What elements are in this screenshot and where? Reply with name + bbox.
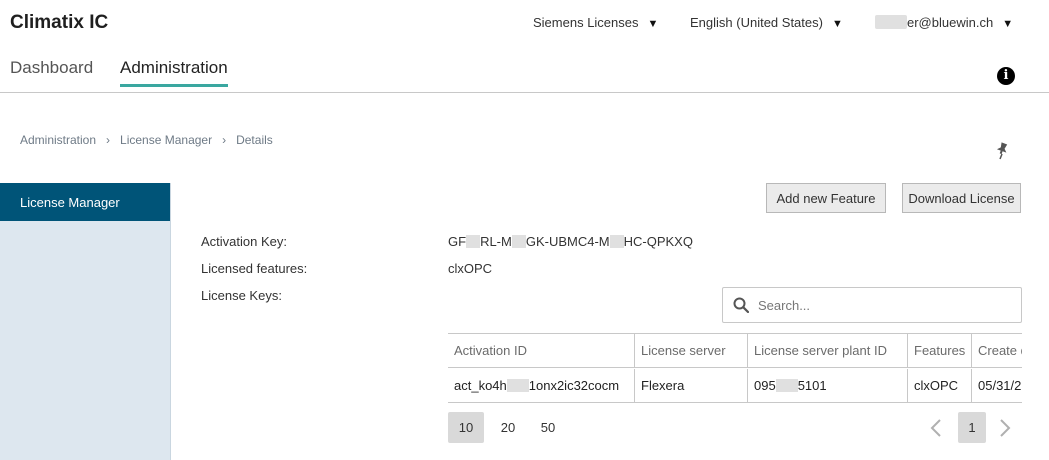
- plant-id-part: 095: [754, 378, 776, 393]
- tab-dashboard[interactable]: Dashboard: [10, 58, 93, 84]
- activation-key-part: GF: [448, 234, 467, 249]
- column-header[interactable]: License server plant ID: [748, 334, 908, 368]
- sidebar-item-license-manager[interactable]: License Manager: [0, 183, 170, 221]
- language-menu-label: English (United States): [690, 15, 823, 30]
- chevron-right-icon[interactable]: [995, 415, 1015, 441]
- table-row[interactable]: act_ko4h 1onx2ic32cocm Flexera 095 5101 cl…: [448, 369, 1022, 402]
- caret-down-icon: ▼: [647, 18, 659, 30]
- cell-license-server: Flexera: [635, 369, 748, 402]
- search-input[interactable]: [758, 297, 1008, 313]
- activation-key-part: GK-UBMC4-M: [525, 234, 610, 249]
- caret-down-icon: ▼: [831, 18, 843, 30]
- search-box: [722, 287, 1022, 323]
- activation-key-value: GF RL-M GK-UBMC4-M HC-QPKXQ: [448, 234, 693, 249]
- pin-icon[interactable]: [994, 142, 1010, 160]
- column-header[interactable]: Activation ID: [448, 334, 635, 368]
- caret-down-icon: ▼: [1002, 18, 1014, 30]
- add-new-feature-button[interactable]: Add new Feature: [766, 183, 886, 213]
- tab-administration[interactable]: Administration: [120, 58, 228, 87]
- breadcrumb-separator: ›: [222, 133, 227, 147]
- redacted-text: [775, 379, 798, 392]
- breadcrumb-separator: ›: [106, 133, 111, 147]
- breadcrumb-item-administration[interactable]: Administration: [20, 133, 96, 147]
- redacted-text: [609, 235, 624, 248]
- org-menu-label: Siemens Licenses: [533, 15, 639, 30]
- page-size-10[interactable]: 10: [448, 412, 484, 443]
- user-email: er@bluewin.ch: [907, 15, 994, 30]
- info-icon[interactable]: i: [997, 67, 1015, 85]
- chevron-left-icon[interactable]: [926, 415, 946, 441]
- license-keys-label: License Keys:: [201, 288, 282, 303]
- table-header-row: Activation ID License server License ser…: [448, 334, 1022, 368]
- cell-created: 05/31/2: [978, 378, 1022, 393]
- page-size-50[interactable]: 50: [531, 412, 565, 443]
- org-menu[interactable]: Siemens Licenses ▼: [533, 15, 658, 30]
- column-header[interactable]: Features: [908, 334, 972, 368]
- download-license-button[interactable]: Download License: [902, 183, 1021, 213]
- activation-key-part: RL-M: [480, 234, 512, 249]
- activation-id-part: 1onx2ic32cocm: [528, 378, 620, 393]
- top-header: Climatix IC Siemens Licenses ▼ English (U…: [0, 0, 1049, 93]
- column-header[interactable]: License server: [635, 334, 748, 368]
- redacted-text: [466, 235, 481, 248]
- sidebar: License Manager: [0, 183, 171, 460]
- activation-key-label: Activation Key:: [201, 234, 287, 249]
- page-size-20[interactable]: 20: [491, 412, 525, 443]
- user-menu[interactable]: er@bluewin.ch ▼: [875, 15, 1013, 30]
- page-number-current[interactable]: 1: [958, 412, 986, 443]
- language-menu[interactable]: English (United States) ▼: [690, 15, 843, 30]
- license-keys-table: Activation ID License server License ser…: [448, 333, 1022, 403]
- breadcrumb: Administration › License Manager › Details: [20, 133, 273, 147]
- breadcrumb-item-details: Details: [236, 133, 273, 147]
- breadcrumb-item-license-manager[interactable]: License Manager: [120, 133, 212, 147]
- column-header[interactable]: Create d: [972, 334, 1022, 368]
- cell-activation-id: act_ko4h 1onx2ic32cocm: [448, 369, 635, 402]
- licensed-features-label: Licensed features:: [201, 261, 308, 276]
- activation-key-part: HC-QPKXQ: [623, 234, 693, 249]
- redacted-text: [506, 379, 529, 392]
- search-icon: [733, 297, 749, 313]
- activation-id-part: act_ko4h: [454, 378, 507, 393]
- cell-features: clxOPC: [908, 369, 972, 402]
- redacted-text: [875, 15, 907, 29]
- licensed-features-value: clxOPC: [448, 261, 493, 276]
- plant-id-part: 5101: [797, 378, 827, 393]
- cell-plant-id: 095 5101: [748, 369, 908, 402]
- app-title: Climatix IC: [10, 12, 109, 33]
- redacted-text: [511, 235, 526, 248]
